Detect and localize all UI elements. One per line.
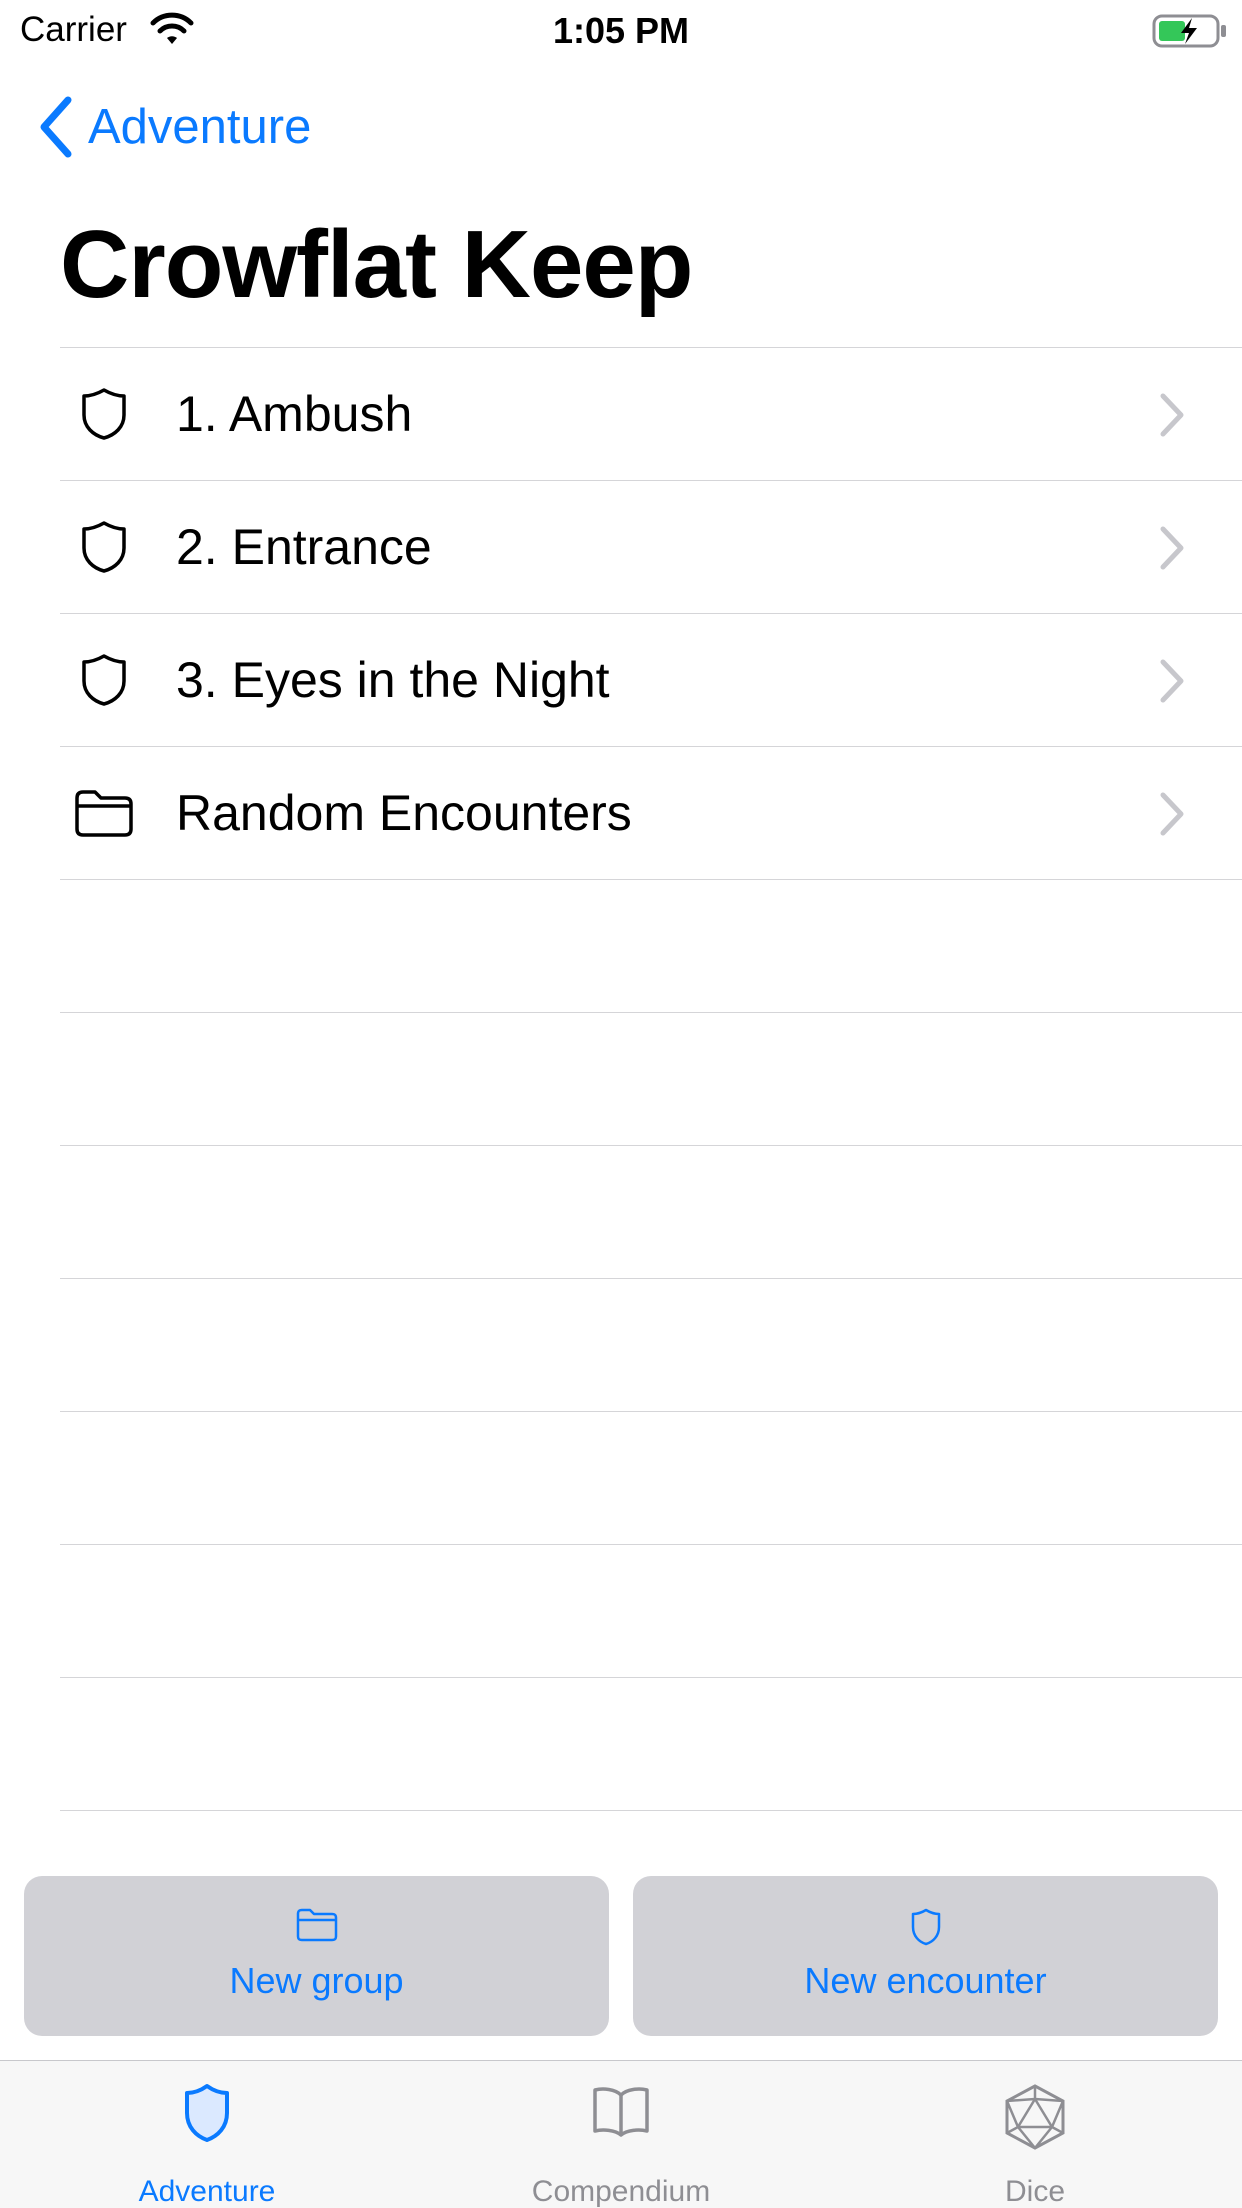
book-icon [414,2083,828,2149]
chevron-right-icon [1160,393,1184,437]
new-group-button[interactable]: New group [24,1876,609,2036]
tab-compendium[interactable]: Compendium [414,2061,828,2208]
list-item-random-encounters[interactable]: Random Encounters [60,746,1242,879]
empty-list-row [60,1278,1242,1411]
list-item-eyes-in-the-night[interactable]: 3. Eyes in the Night [60,613,1242,746]
tab-adventure[interactable]: Adventure [0,2061,414,2208]
folder-icon [74,783,134,843]
shield-icon [74,384,134,444]
dice-icon [828,2083,1242,2150]
empty-list-row [60,879,1242,1012]
list-item-label: 3. Eyes in the Night [176,652,610,708]
page-title: Crowflat Keep [60,211,693,318]
shield-icon [633,1908,1218,1948]
shield-icon [74,650,134,710]
empty-list-row [60,1544,1242,1677]
list-separator [60,1810,1242,1811]
shield-icon [74,517,134,577]
empty-list-row [60,1411,1242,1544]
status-time: 1:05 PM [552,10,690,51]
tab-label: Adventure [138,2175,276,2208]
battery-charging-icon [1152,14,1226,48]
back-label: Adventure [88,100,312,154]
new-encounter-button[interactable]: New encounter [633,1876,1218,2036]
chevron-right-icon [1160,792,1184,836]
back-button[interactable]: Adventure [36,92,311,162]
chevron-right-icon [1160,526,1184,570]
new-group-label: New group [229,1960,404,2001]
list-item-label: 2. Entrance [176,519,432,575]
list-item-entrance[interactable]: 2. Entrance [60,480,1242,613]
empty-list-row [60,1677,1242,1810]
tab-bar: Adventure Compendium Dice [0,2060,1242,2208]
new-encounter-label: New encounter [804,1960,1047,2001]
tab-label: Compendium [531,2175,711,2208]
tab-dice[interactable]: Dice [828,2061,1242,2208]
shield-icon [0,2083,414,2149]
list-item-ambush[interactable]: 1. Ambush [60,347,1242,480]
status-bar: Carrier 1:05 PM [0,0,1242,62]
chevron-right-icon [1160,659,1184,703]
empty-list-row [60,1145,1242,1278]
empty-list-row [60,1012,1242,1145]
list-item-label: 1. Ambush [176,386,413,442]
chevron-left-icon [40,96,72,158]
folder-icon [24,1908,609,1948]
list-item-label: Random Encounters [176,785,632,841]
encounter-list: 1. Ambush 2. Entrance 3. Eyes in the Nig… [60,347,1242,1811]
tab-label: Dice [1004,2175,1065,2208]
